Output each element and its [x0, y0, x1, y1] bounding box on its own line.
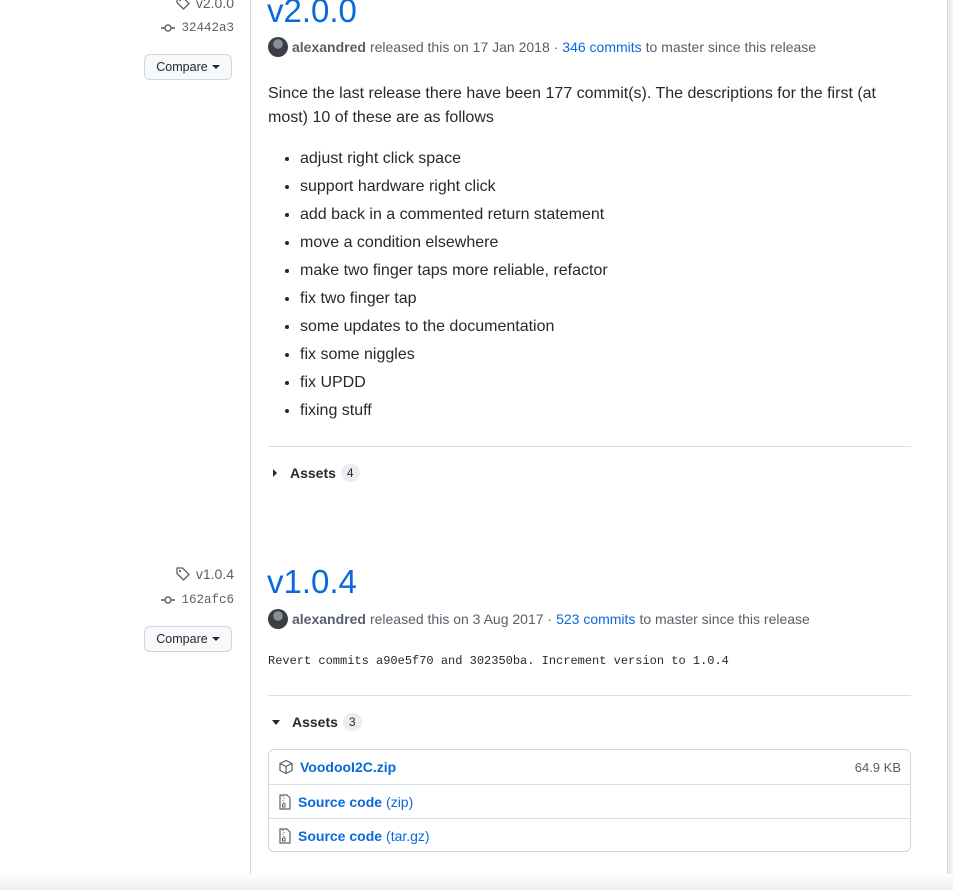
assets-list: VoodooI2C.zip 64.9 KB Source code (zip) …	[268, 749, 911, 852]
asset-format[interactable]: (tar.gz)	[386, 828, 430, 844]
compare-label: Compare	[156, 632, 208, 646]
divider	[268, 446, 911, 447]
caret-down-icon	[211, 637, 220, 641]
commit-list: adjust right click space support hardwar…	[268, 144, 940, 424]
tag-label: v2.0.0	[195, 0, 234, 11]
list-item: some updates to the documentation	[300, 312, 940, 340]
released-text: released this on 17 Jan 2018 ·	[369, 39, 559, 55]
author-link[interactable]: alexandred	[292, 39, 366, 55]
commit-32442a3[interactable]: 32442a3	[0, 20, 234, 36]
commits-suffix: to master since this release	[645, 39, 817, 55]
assets-count: 4	[340, 464, 360, 482]
asset-row[interactable]: VoodooI2C.zip 64.9 KB	[269, 750, 910, 784]
asset-link[interactable]: Source code	[298, 828, 382, 844]
assets-label: Assets	[292, 714, 338, 730]
window-edge	[947, 0, 953, 890]
assets-label: Assets	[290, 465, 336, 481]
commits-suffix: to master since this release	[639, 611, 810, 627]
assets-count: 3	[342, 713, 362, 731]
file-zip-icon	[279, 827, 291, 844]
caret-down-icon	[211, 65, 220, 69]
assets-toggle[interactable]: Assets 4	[268, 464, 360, 482]
asset-format[interactable]: (zip)	[386, 794, 413, 810]
list-item: move a condition elsewhere	[300, 228, 940, 256]
commits-link[interactable]: 523 commits	[556, 611, 635, 627]
tag-icon	[176, 0, 190, 10]
assets-toggle[interactable]: Assets 3	[268, 713, 362, 731]
list-item: fixing stuff	[300, 396, 940, 424]
divider	[268, 695, 911, 696]
released-text: released this on 3 Aug 2017 ·	[369, 611, 553, 627]
commit-sha: 162afc6	[181, 593, 234, 607]
list-item: make two finger taps more reliable, refa…	[300, 256, 940, 284]
author-link[interactable]: alexandred	[292, 611, 366, 627]
list-item: adjust right click space	[300, 144, 940, 172]
asset-size: 64.9 KB	[854, 759, 901, 775]
release-title[interactable]: v2.0.0	[267, 0, 357, 27]
tag-label: v1.0.4	[195, 566, 234, 582]
release-meta: alexandred released this on 3 Aug 2017 ·…	[268, 609, 810, 629]
file-zip-icon	[279, 793, 291, 810]
chevron-down-icon	[272, 719, 280, 725]
asset-link[interactable]: Source code	[298, 794, 382, 810]
tag-icon	[176, 567, 190, 581]
list-item: fix two finger tap	[300, 284, 940, 312]
tag-v1-0-4[interactable]: v1.0.4	[0, 566, 234, 582]
commit-sha: 32442a3	[181, 21, 234, 35]
release-meta: alexandred released this on 17 Jan 2018 …	[268, 37, 816, 57]
asset-row[interactable]: Source code (zip)	[269, 784, 910, 818]
avatar[interactable]	[268, 37, 288, 57]
list-item: support hardware right click	[300, 172, 940, 200]
release-description: Since the last release there have been 1…	[268, 85, 876, 126]
compare-button[interactable]: Compare	[144, 626, 232, 652]
list-item: add back in a commented return statement	[300, 200, 940, 228]
avatar[interactable]	[268, 609, 288, 629]
sidebar-divider	[250, 0, 251, 890]
tag-v2-0-0[interactable]: v2.0.0	[0, 0, 234, 11]
list-item: fix some niggles	[300, 340, 940, 368]
commits-link[interactable]: 346 commits	[562, 39, 641, 55]
bottom-edge	[0, 874, 953, 890]
commit-162afc6[interactable]: 162afc6	[0, 592, 234, 608]
release-title[interactable]: v1.0.4	[267, 565, 357, 598]
list-item: fix UPDD	[300, 368, 940, 396]
asset-link[interactable]: VoodooI2C.zip	[300, 759, 396, 775]
package-icon	[279, 759, 293, 775]
asset-row[interactable]: Source code (tar.gz)	[269, 818, 910, 852]
compare-button[interactable]: Compare	[144, 54, 232, 80]
chevron-right-icon	[273, 469, 277, 477]
git-commit-icon	[161, 24, 176, 32]
compare-label: Compare	[156, 60, 208, 74]
git-commit-icon	[161, 596, 176, 604]
release-description: Revert commits a90e5f70 and 302350ba. In…	[268, 654, 729, 668]
